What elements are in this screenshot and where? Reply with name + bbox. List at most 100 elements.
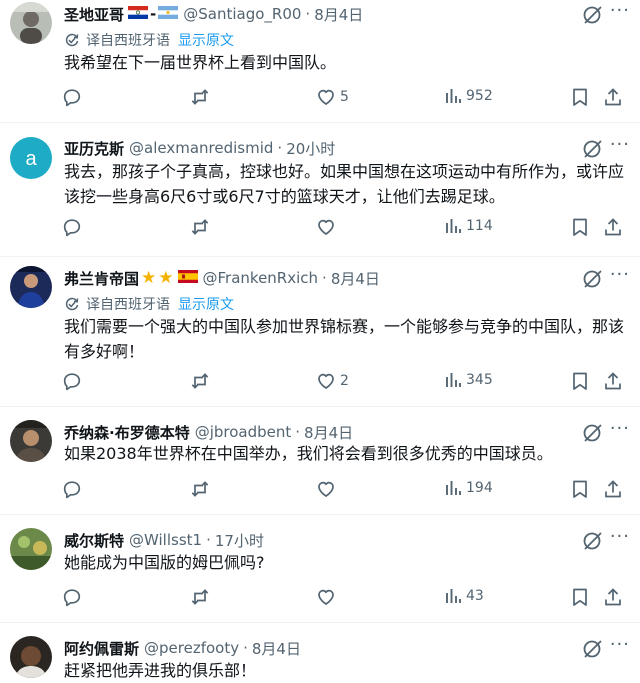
bookmark-icon — [573, 480, 587, 498]
tweet-6[interactable]: 阿约佩雷斯 @perezfooty · 8月4日 ··· 赶紧把他弄进我的俱乐部… — [0, 634, 640, 680]
bookmark-button[interactable] — [571, 479, 589, 499]
avatar[interactable]: a — [10, 137, 52, 179]
display-name[interactable]: 阿约佩雷斯 — [64, 638, 139, 659]
user-handle[interactable]: @FrankenRxich — [203, 269, 319, 287]
separator-dot: · — [243, 639, 248, 657]
avatar[interactable] — [10, 420, 52, 462]
timestamp[interactable]: 8月4日 — [314, 4, 363, 25]
reply-button[interactable] — [62, 87, 86, 107]
retweet-icon — [191, 481, 209, 497]
views-button[interactable]: 952 — [444, 87, 493, 105]
user-handle[interactable]: @Willsst1 — [129, 531, 202, 549]
grok-icon[interactable] — [582, 269, 604, 293]
reply-icon — [63, 373, 81, 391]
tweet-text: 我去，那孩子个子真高，控球也好。如果中国想在这项运动中有所作为，或许应该挖一些身… — [64, 162, 625, 206]
display-name[interactable]: 乔纳森·布罗德本特 — [64, 422, 190, 443]
avatar[interactable] — [10, 528, 52, 570]
timestamp[interactable]: 8月4日 — [331, 268, 380, 289]
views-icon — [446, 89, 461, 103]
timestamp[interactable]: 20小时 — [286, 138, 335, 159]
views-button[interactable]: 43 — [444, 587, 484, 605]
more-icon[interactable]: ··· — [610, 634, 630, 655]
bookmark-button[interactable] — [571, 87, 589, 107]
tweet-2[interactable]: a 亚历克斯 @alexmanredismid · 20小时 ··· 我去，那孩… — [0, 134, 640, 257]
separator-dot: · — [206, 531, 211, 549]
views-icon — [446, 481, 461, 495]
display-name[interactable]: 威尔斯特 — [64, 530, 124, 551]
more-icon[interactable]: ··· — [610, 264, 630, 285]
tweet-text: 如果2038年世界杯在中国举办，我们将会看到很多优秀的中国球员。 — [64, 444, 553, 463]
show-original-link[interactable]: 显示原文 — [178, 30, 234, 50]
tweet-4[interactable]: 乔纳森·布罗德本特 @jbroadbent · 8月4日 ··· 如果2038年… — [0, 418, 640, 515]
argentina-flag-icon — [158, 5, 179, 23]
views-button[interactable]: 194 — [444, 479, 493, 497]
tweet-3[interactable]: 弗兰肯帝国 ★ ★ @FrankenRxich · 8月4日 ··· 译自西班牙… — [0, 264, 640, 407]
user-handle[interactable]: @jbroadbent — [195, 423, 292, 441]
more-icon[interactable]: ··· — [610, 526, 630, 547]
timestamp[interactable]: 8月4日 — [252, 638, 301, 659]
more-icon[interactable]: ··· — [610, 418, 630, 439]
like-button[interactable]: 5 — [316, 87, 349, 107]
display-name[interactable]: 圣地亚哥 — [64, 4, 124, 25]
separator-dot: · — [322, 269, 327, 287]
bookmark-button[interactable] — [571, 217, 589, 237]
timestamp[interactable]: 17小时 — [215, 530, 264, 551]
like-button[interactable] — [316, 479, 340, 499]
reply-button[interactable] — [62, 217, 86, 237]
star-icon: ★ — [158, 268, 174, 288]
retweet-icon — [191, 89, 209, 105]
retweet-button[interactable] — [190, 217, 214, 237]
tweet-text: 赶紧把他弄进我的俱乐部！ — [64, 661, 257, 680]
like-button[interactable]: 2 — [316, 371, 349, 391]
retweet-button[interactable] — [190, 479, 214, 499]
tweet-5[interactable]: 威尔斯特 @Willsst1 · 17小时 ··· 她能成为中国版的姆巴佩吗? — [0, 526, 640, 623]
share-button[interactable] — [603, 87, 623, 107]
reply-button[interactable] — [62, 371, 86, 391]
tweet-text: 她能成为中国版的姆巴佩吗? — [64, 553, 265, 572]
separator-dot: · — [277, 139, 283, 157]
more-icon[interactable]: ··· — [610, 0, 630, 21]
timestamp[interactable]: 8月4日 — [304, 422, 353, 443]
share-button[interactable] — [603, 479, 623, 499]
grok-icon[interactable] — [582, 5, 604, 29]
translated-from-label: 译自西班牙语 — [86, 297, 170, 313]
like-button[interactable] — [316, 217, 340, 237]
separator-dot: · — [295, 423, 301, 441]
like-button[interactable] — [316, 587, 340, 607]
tweet-header: 阿约佩雷斯 @perezfooty · 8月4日 — [64, 636, 301, 660]
retweet-icon — [191, 219, 209, 235]
share-button[interactable] — [603, 587, 623, 607]
bookmark-button[interactable] — [571, 371, 589, 391]
views-icon — [446, 219, 461, 233]
retweet-button[interactable] — [190, 87, 214, 107]
bookmark-icon — [573, 218, 587, 236]
avatar[interactable] — [10, 636, 52, 678]
user-handle[interactable]: @alexmanredismid — [129, 139, 273, 157]
display-name[interactable]: 亚历克斯 — [64, 138, 124, 159]
views-button[interactable]: 345 — [444, 371, 493, 389]
reply-button[interactable] — [62, 587, 86, 607]
retweet-button[interactable] — [190, 371, 214, 391]
tweet-1[interactable]: 圣地亚哥 - @Santiago_R00 · 8月4日 ··· 译自西班牙语 显… — [0, 0, 640, 123]
more-icon[interactable]: ··· — [610, 134, 630, 155]
share-icon — [605, 480, 621, 498]
share-button[interactable] — [603, 217, 623, 237]
retweet-button[interactable] — [190, 587, 214, 607]
user-handle[interactable]: @perezfooty — [144, 639, 239, 657]
reply-icon — [63, 589, 81, 607]
show-original-link[interactable]: 显示原文 — [178, 294, 234, 314]
retweet-icon — [191, 373, 209, 389]
avatar[interactable] — [10, 266, 52, 308]
avatar-letter: a — [25, 148, 37, 170]
avatar[interactable] — [10, 2, 52, 44]
views-button[interactable]: 114 — [444, 217, 493, 235]
display-name[interactable]: 弗兰肯帝国 — [64, 268, 139, 289]
retweet-icon — [191, 589, 209, 605]
share-button[interactable] — [603, 371, 623, 391]
bookmark-button[interactable] — [571, 587, 589, 607]
tweet-header: 弗兰肯帝国 ★ ★ @FrankenRxich · 8月4日 — [64, 266, 380, 290]
reply-button[interactable] — [62, 479, 86, 499]
like-icon — [318, 589, 334, 605]
bookmark-icon — [573, 88, 587, 106]
user-handle[interactable]: @Santiago_R00 — [183, 5, 301, 23]
